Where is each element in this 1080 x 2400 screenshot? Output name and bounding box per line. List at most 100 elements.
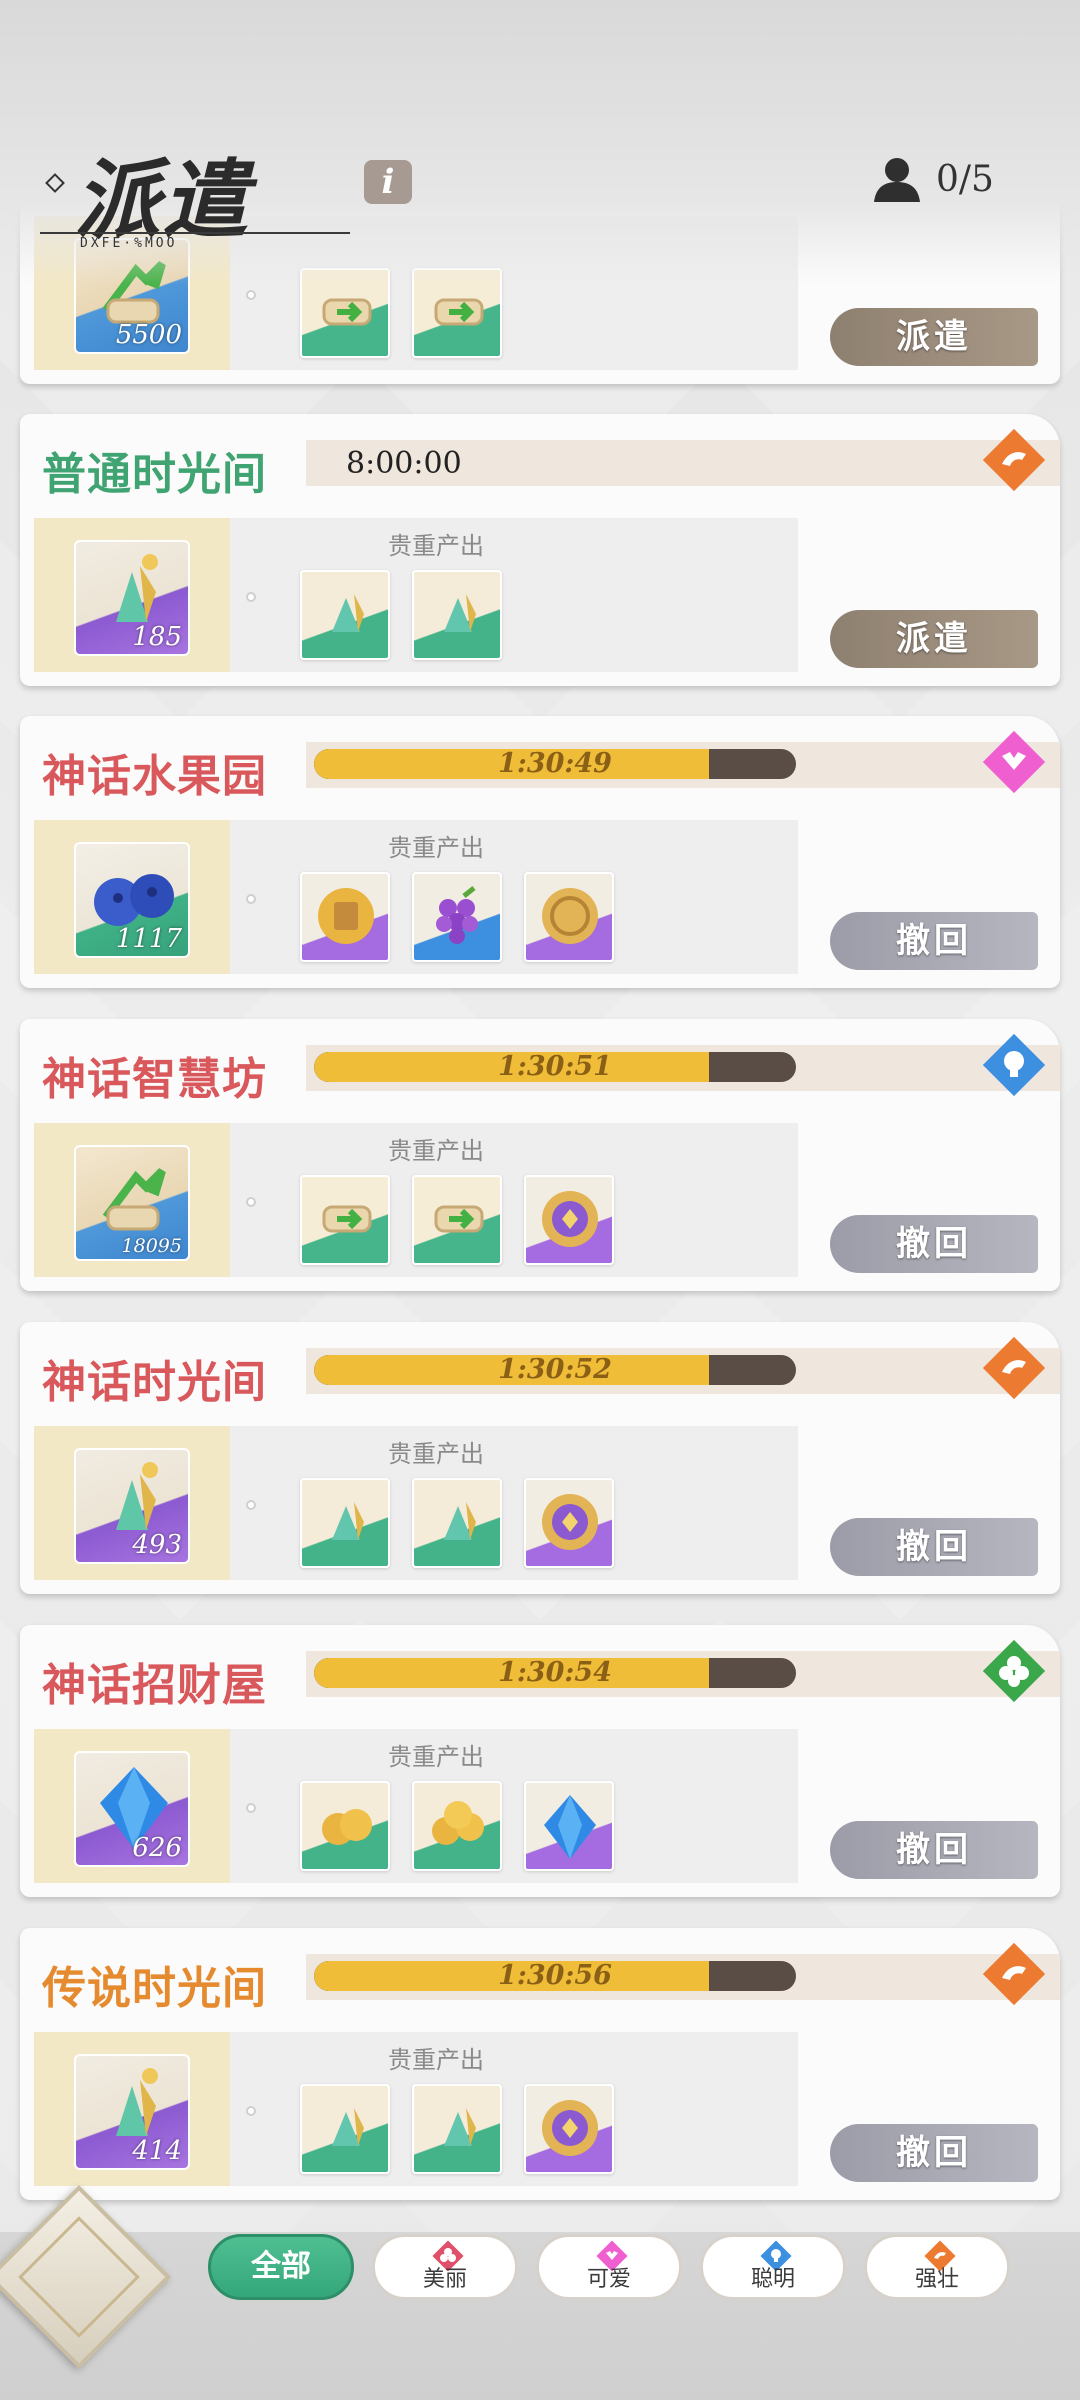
countdown-text: 1:30:54	[498, 1658, 612, 1688]
countdown-text: 1:30:49	[498, 749, 612, 779]
reward-medal[interactable]	[524, 1175, 614, 1265]
tab-label: 美丽	[422, 2267, 467, 2292]
timer-bar: 1:30:49	[306, 742, 1060, 788]
main-panel: 185 贵重产出	[34, 518, 798, 672]
progress-bar: 1:30:56	[314, 1961, 796, 1991]
reward-gold-card[interactable]	[300, 872, 390, 962]
dispatch-card: 传说时光间 1:30:56 414 贵重产出 撤回	[20, 1928, 1060, 2200]
precious-output-label: 贵重产出	[388, 1137, 484, 1165]
rewards-row	[300, 1478, 614, 1568]
reward-diamond[interactable]	[524, 1781, 614, 1871]
medal-icon	[542, 1191, 598, 1247]
reward-gold-coin[interactable]	[524, 872, 614, 962]
beauty-icon	[982, 1639, 1046, 1703]
reward-medal[interactable]	[524, 1478, 614, 1568]
dispatch-button[interactable]: 派遣	[830, 610, 1038, 668]
reward-crystal[interactable]	[412, 570, 502, 660]
recall-button[interactable]: 撤回	[830, 1518, 1038, 1576]
timer-bar: 1:30:54	[306, 1651, 1060, 1697]
user-icon	[874, 158, 920, 202]
connector-dot	[246, 1500, 256, 1510]
rewards-row	[300, 570, 502, 660]
connector-dot	[246, 290, 256, 300]
precious-output-label: 贵重产出	[388, 1440, 484, 1468]
reward-medal[interactable]	[524, 2084, 614, 2174]
filter-tab-beauty[interactable]: 美丽	[372, 2234, 518, 2300]
title-ornament	[45, 173, 65, 193]
connector-dot	[246, 1803, 256, 1813]
reward-crystal[interactable]	[412, 1478, 502, 1568]
reward-crystal[interactable]	[412, 2084, 502, 2174]
dispatch-button[interactable]: 派遣	[830, 308, 1038, 366]
header-bar: 派遣 DXFE·%MOO i 0/5	[0, 0, 1080, 285]
strength-icon	[982, 1942, 1046, 2006]
smart-icon	[982, 1033, 1046, 1097]
dispatch-card: 普通时光间 8:00:00 185 贵重产出 派遣	[20, 414, 1060, 686]
rewards-row	[300, 1175, 614, 1265]
crystal-icon	[332, 2108, 364, 2146]
main-item-diamond[interactable]: 626	[74, 1751, 190, 1867]
info-button[interactable]: i	[364, 160, 412, 204]
recall-button[interactable]: 撤回	[830, 1215, 1038, 1273]
home-emblem-icon	[18, 2216, 140, 2338]
main-item-scroll[interactable]: 18095	[74, 1145, 190, 1261]
coins-icon	[322, 1809, 372, 1845]
recall-button[interactable]: 撤回	[830, 2124, 1038, 2182]
progress-bar: 1:30:49	[314, 749, 796, 779]
grape-icon	[436, 886, 478, 944]
title-underline	[40, 232, 350, 234]
main-item-blueberry[interactable]: 1117	[74, 842, 190, 958]
location-name: 神话水果园	[42, 751, 267, 802]
tab-label: 可爱	[586, 2267, 631, 2292]
recall-button[interactable]: 撤回	[830, 912, 1038, 970]
reward-crystal[interactable]	[300, 2084, 390, 2174]
title-subtitle: DXFE·%MOO	[80, 236, 178, 251]
precious-output-label: 贵重产出	[388, 532, 484, 560]
timer-bar: 8:00:00	[306, 440, 1060, 486]
item-count: 185	[132, 622, 182, 652]
connector-dot	[246, 894, 256, 904]
filter-tab-cute[interactable]: 可爱	[536, 2234, 682, 2300]
main-panel: 626 贵重产出	[34, 1729, 798, 1883]
dispatch-card: 神话智慧坊 1:30:51 18095 贵重产出 撤回	[20, 1019, 1060, 1291]
reward-coins[interactable]	[300, 1781, 390, 1871]
reward-coins[interactable]	[412, 1781, 502, 1871]
precious-output-label: 贵重产出	[388, 1743, 484, 1771]
countdown-text: 1:30:51	[498, 1052, 612, 1082]
reward-grape[interactable]	[412, 872, 502, 962]
location-name: 普通时光间	[42, 449, 267, 500]
dispatch-card: 神话招财屋 1:30:54 626 贵重产出 撤回	[20, 1625, 1060, 1897]
recall-button[interactable]: 撤回	[830, 1821, 1038, 1879]
tab-label: 强壮	[914, 2267, 959, 2292]
cute-icon	[982, 730, 1046, 794]
main-panel: 493 贵重产出	[34, 1426, 798, 1580]
item-count: 626	[132, 1833, 182, 1863]
connector-dot	[246, 592, 256, 602]
timer-bar: 1:30:56	[306, 1954, 1060, 2000]
progress-bar: 1:30:52	[314, 1355, 796, 1385]
main-item-crystal[interactable]: 493	[74, 1448, 190, 1564]
timer-bar: 1:30:52	[306, 1348, 1060, 1394]
reward-scroll[interactable]	[300, 1175, 390, 1265]
diamond-icon	[544, 1795, 596, 1859]
reward-scroll[interactable]	[412, 1175, 502, 1265]
main-item-crystal[interactable]: 185	[74, 540, 190, 656]
reward-crystal[interactable]	[300, 570, 390, 660]
filter-tab-smart[interactable]: 聪明	[700, 2234, 846, 2300]
item-count: 1117	[115, 924, 182, 954]
dispatch-card: 神话水果园 1:30:49 1117 贵重产出 撤回	[20, 716, 1060, 988]
filter-tab-strong[interactable]: 强壮	[864, 2234, 1010, 2300]
connector-dot	[246, 1197, 256, 1207]
countdown-text: 1:30:52	[498, 1355, 612, 1385]
reward-crystal[interactable]	[300, 1478, 390, 1568]
progress-bar: 1:30:51	[314, 1052, 796, 1082]
location-name: 神话招财屋	[42, 1660, 267, 1711]
main-item-crystal[interactable]: 414	[74, 2054, 190, 2170]
filter-tab-all[interactable]: 全部	[208, 2234, 354, 2300]
dispatch-card: 神话时光间 1:30:52 493 贵重产出 撤回	[20, 1322, 1060, 1594]
countdown-text: 1:30:56	[498, 1961, 612, 1991]
item-count: 5500	[115, 320, 182, 350]
rewards-row	[300, 872, 614, 962]
medal-icon	[542, 2100, 598, 2156]
timer-bar: 1:30:51	[306, 1045, 1060, 1091]
